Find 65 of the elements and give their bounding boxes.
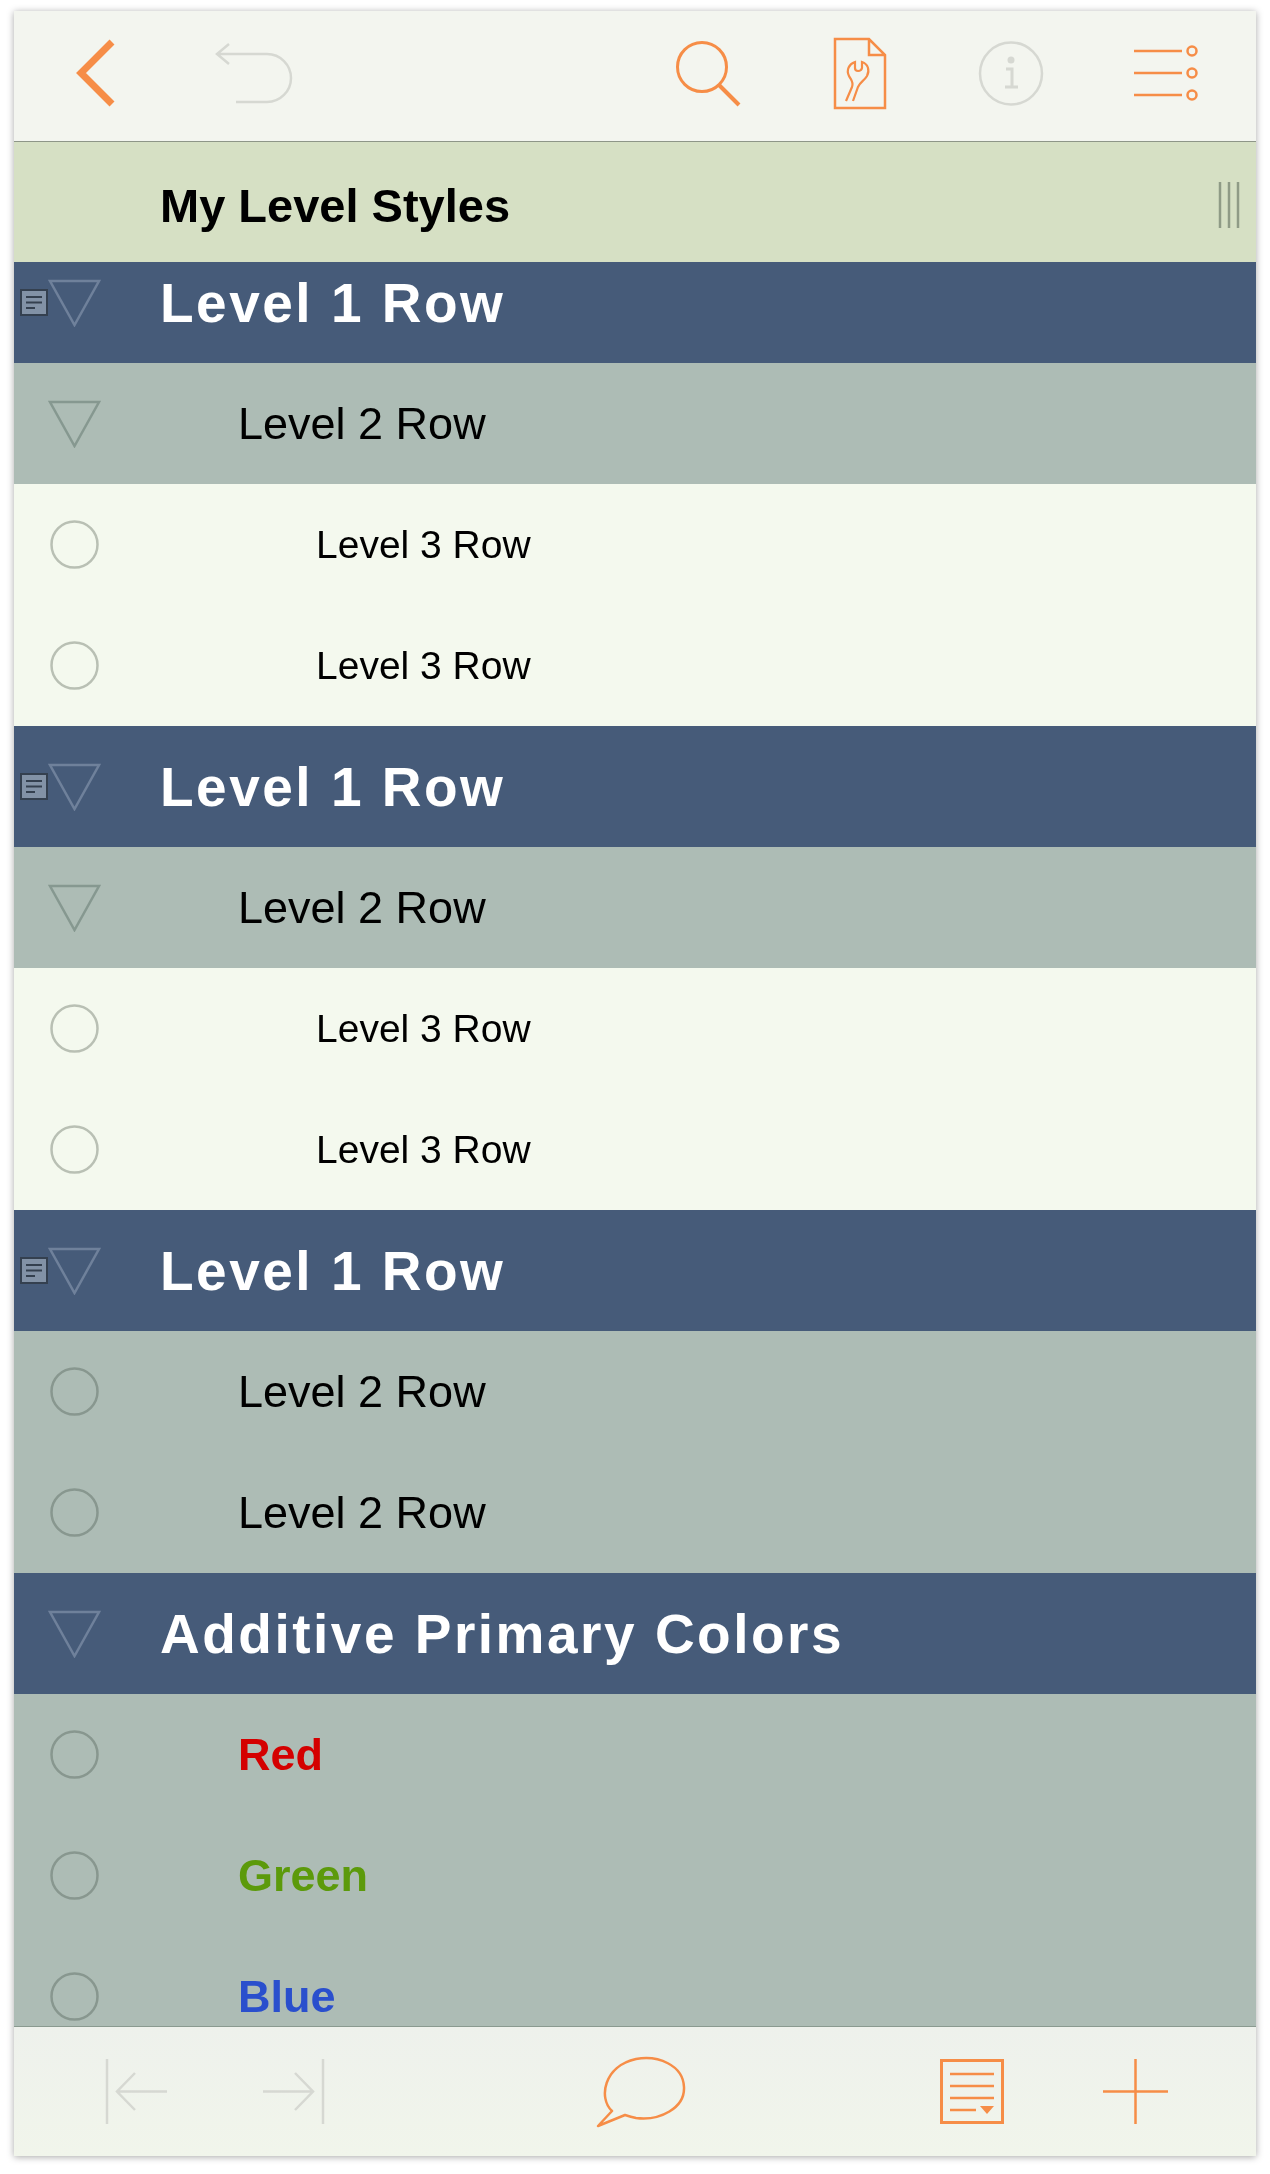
outline-row[interactable]: Level 2 Row <box>14 1331 1256 1452</box>
disclosure-triangle-icon[interactable] <box>48 399 101 448</box>
row-text: Level 2 Row <box>238 397 486 450</box>
outline-row[interactable]: Level 2 Row <box>14 1452 1256 1573</box>
row-text: Red <box>238 1728 323 1781</box>
column-grip-icon[interactable] <box>1218 182 1240 228</box>
circle-bullet-icon[interactable] <box>50 1851 99 1900</box>
outline-row[interactable]: Level 3 Row <box>14 605 1256 726</box>
circle-bullet-icon[interactable] <box>50 1730 99 1779</box>
row-text: Level 2 Row <box>238 1486 486 1539</box>
row-text: Level 1 Row <box>160 270 506 335</box>
undo-arrow-icon <box>214 42 293 104</box>
back-button[interactable] <box>75 39 117 107</box>
outline-row[interactable]: Level 1 Row <box>14 1210 1256 1331</box>
row-text: Level 3 Row <box>316 522 531 567</box>
search-icon <box>675 39 741 107</box>
circle-bullet-icon[interactable] <box>50 1004 99 1053</box>
info-icon <box>978 39 1044 107</box>
row-text: Level 1 Row <box>160 1238 506 1303</box>
note-icon[interactable] <box>20 773 48 800</box>
add-button[interactable] <box>1103 2059 1168 2124</box>
document-tools-button[interactable] <box>833 36 887 110</box>
row-text: Blue <box>238 1970 336 2023</box>
disclosure-triangle-icon[interactable] <box>48 1609 101 1658</box>
comment-button[interactable] <box>594 2054 686 2129</box>
outline-title: My Level Styles <box>160 177 511 233</box>
arrow-left-to-bar-icon <box>105 2059 169 2124</box>
outline-row[interactable]: Level 1 Row <box>14 726 1256 847</box>
document-lines-icon <box>940 2059 1004 2124</box>
outline-row[interactable]: Level 2 Row <box>14 847 1256 968</box>
disclosure-triangle-icon[interactable] <box>48 278 101 327</box>
row-text: Level 1 Row <box>160 754 506 819</box>
outline-row[interactable]: Level 3 Row <box>14 968 1256 1089</box>
row-text: Level 3 Row <box>316 1006 531 1051</box>
list-icon <box>1134 45 1199 101</box>
note-icon[interactable] <box>20 1257 48 1284</box>
outline-row[interactable]: Level 3 Row <box>14 1089 1256 1210</box>
note-button[interactable] <box>940 2059 1004 2124</box>
plus-icon <box>1103 2059 1168 2124</box>
document-wrench-icon <box>833 36 887 110</box>
circle-bullet-icon[interactable] <box>50 520 99 569</box>
view-options-button[interactable] <box>1134 45 1199 101</box>
row-text: Level 3 Row <box>316 643 531 688</box>
note-icon[interactable] <box>20 289 48 316</box>
search-button[interactable] <box>675 39 741 107</box>
arrow-right-to-bar-icon <box>261 2059 325 2124</box>
circle-bullet-icon[interactable] <box>50 1125 99 1174</box>
disclosure-triangle-icon[interactable] <box>48 1246 101 1295</box>
outline-row[interactable]: Level 2 Row <box>14 363 1256 484</box>
outline-row[interactable]: Additive Primary Colors <box>14 1573 1256 1694</box>
row-text: Level 3 Row <box>316 1127 531 1172</box>
circle-bullet-icon[interactable] <box>50 1972 99 2021</box>
outline-row[interactable]: Level 1 Row <box>14 262 1256 363</box>
row-text: Green <box>238 1849 369 1902</box>
circle-bullet-icon[interactable] <box>50 641 99 690</box>
row-text: Level 2 Row <box>238 1365 486 1418</box>
chevron-left-icon <box>75 39 117 107</box>
outline-row[interactable]: Level 3 Row <box>14 484 1256 605</box>
disclosure-triangle-icon[interactable] <box>48 883 101 932</box>
circle-bullet-icon[interactable] <box>50 1367 99 1416</box>
row-text: Level 2 Row <box>238 881 486 934</box>
circle-bullet-icon[interactable] <box>50 1488 99 1537</box>
row-text: Additive Primary Colors <box>160 1601 845 1666</box>
disclosure-triangle-icon[interactable] <box>48 762 101 811</box>
speech-bubble-icon <box>594 2054 686 2129</box>
